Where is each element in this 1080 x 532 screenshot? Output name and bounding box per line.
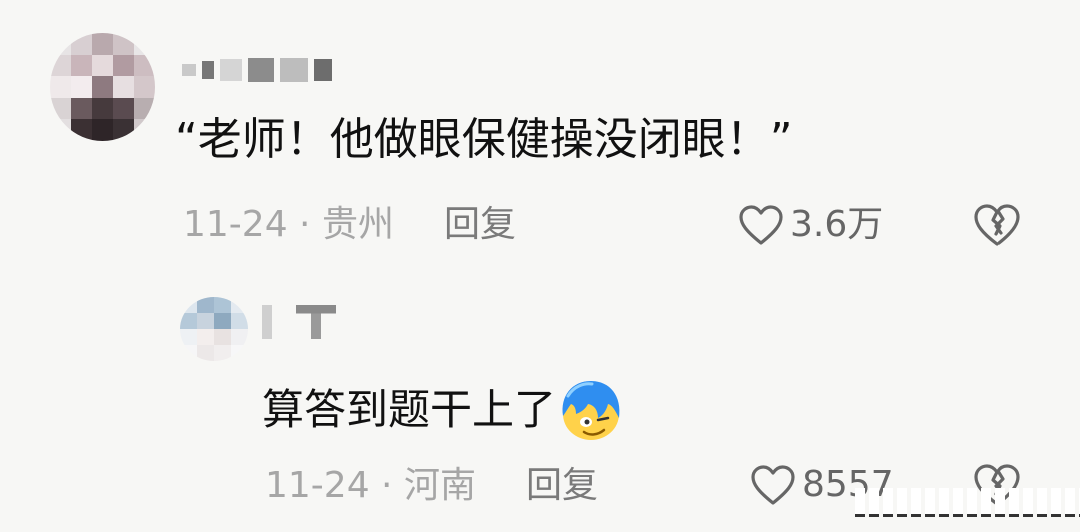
reply-date: 11-24	[265, 465, 370, 506]
watermark-overlay	[855, 488, 1080, 517]
username[interactable]	[182, 58, 332, 82]
dislike-button[interactable]	[972, 202, 1022, 252]
heart-icon	[751, 465, 795, 505]
avatar[interactable]	[50, 33, 155, 141]
reply-location: 河南	[403, 465, 476, 506]
blue-hair-smirk-emoji	[562, 381, 620, 440]
comment-meta: 11-24 · 贵州 回复	[183, 204, 516, 245]
reply-meta: 11-24 · 河南 回复	[265, 465, 598, 506]
comment-text: “老师！他做眼保健操没闭眼！”	[175, 114, 793, 165]
reply-username[interactable]	[262, 305, 336, 339]
comment-date: 11-24	[183, 204, 288, 245]
like-count: 3.6万	[790, 204, 884, 245]
reply-reply-button[interactable]: 回复	[526, 465, 598, 506]
comment-location: 贵州	[321, 204, 394, 245]
heart-icon	[739, 205, 783, 245]
reply-text: 算答到题干上了	[262, 378, 624, 442]
like-button[interactable]: 3.6万	[738, 204, 883, 246]
reply-button[interactable]: 回复	[444, 204, 516, 245]
broken-heart-icon	[974, 204, 1020, 246]
reply-text-content: 算答到题干上了	[262, 385, 557, 434]
reply-avatar[interactable]	[180, 297, 248, 361]
